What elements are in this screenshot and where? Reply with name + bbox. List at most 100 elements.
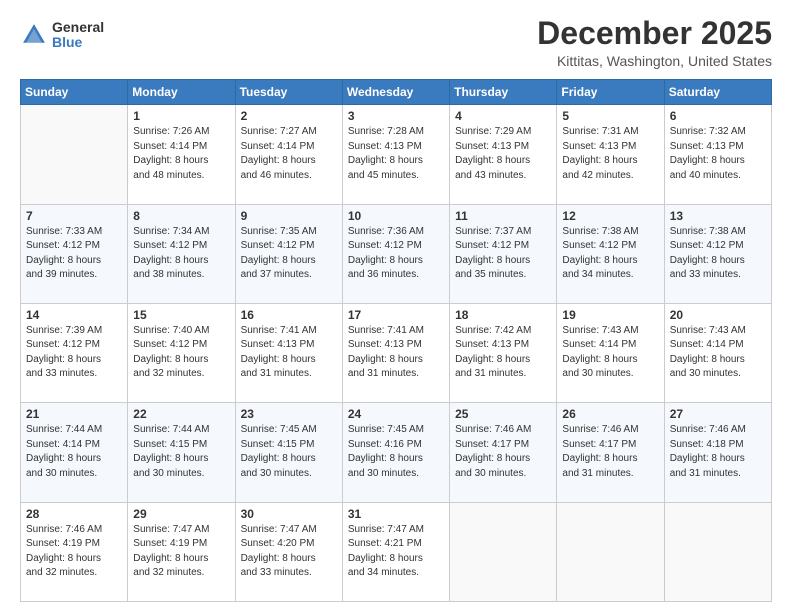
day-number: 31 xyxy=(348,507,444,521)
day-info: Sunrise: 7:27 AM Sunset: 4:14 PM Dayligh… xyxy=(241,125,337,183)
day-number: 3 xyxy=(348,109,444,123)
day-number: 9 xyxy=(241,209,337,223)
day-number: 28 xyxy=(26,507,122,521)
day-info: Sunrise: 7:38 AM Sunset: 4:12 PM Dayligh… xyxy=(670,225,766,283)
day-number: 22 xyxy=(133,407,229,421)
day-number: 13 xyxy=(670,209,766,223)
calendar-day-header: Tuesday xyxy=(235,80,342,105)
day-number: 10 xyxy=(348,209,444,223)
calendar-cell: 3 Sunrise: 7:28 AM Sunset: 4:13 PM Daylig… xyxy=(342,105,449,204)
day-info: Sunrise: 7:28 AM Sunset: 4:13 PM Dayligh… xyxy=(348,125,444,183)
main-title: December 2025 xyxy=(537,16,772,51)
day-number: 30 xyxy=(241,507,337,521)
calendar-day-header: Monday xyxy=(128,80,235,105)
calendar-cell: 19 Sunrise: 7:43 AM Sunset: 4:14 PM Dayli… xyxy=(557,303,664,402)
calendar-week-row: 28 Sunrise: 7:46 AM Sunset: 4:19 PM Dayli… xyxy=(21,502,772,601)
calendar-cell: 17 Sunrise: 7:41 AM Sunset: 4:13 PM Dayli… xyxy=(342,303,449,402)
calendar-cell: 16 Sunrise: 7:41 AM Sunset: 4:13 PM Dayli… xyxy=(235,303,342,402)
calendar-cell: 1 Sunrise: 7:26 AM Sunset: 4:14 PM Daylig… xyxy=(128,105,235,204)
subtitle: Kittitas, Washington, United States xyxy=(537,53,772,69)
day-info: Sunrise: 7:26 AM Sunset: 4:14 PM Dayligh… xyxy=(133,125,229,183)
day-number: 25 xyxy=(455,407,551,421)
day-number: 24 xyxy=(348,407,444,421)
day-info: Sunrise: 7:45 AM Sunset: 4:15 PM Dayligh… xyxy=(241,423,337,481)
day-number: 26 xyxy=(562,407,658,421)
calendar-day-header: Sunday xyxy=(21,80,128,105)
day-info: Sunrise: 7:46 AM Sunset: 4:17 PM Dayligh… xyxy=(562,423,658,481)
day-info: Sunrise: 7:39 AM Sunset: 4:12 PM Dayligh… xyxy=(26,324,122,382)
calendar-cell: 20 Sunrise: 7:43 AM Sunset: 4:14 PM Dayli… xyxy=(664,303,771,402)
day-info: Sunrise: 7:44 AM Sunset: 4:14 PM Dayligh… xyxy=(26,423,122,481)
day-number: 19 xyxy=(562,308,658,322)
day-number: 20 xyxy=(670,308,766,322)
day-info: Sunrise: 7:29 AM Sunset: 4:13 PM Dayligh… xyxy=(455,125,551,183)
day-info: Sunrise: 7:36 AM Sunset: 4:12 PM Dayligh… xyxy=(348,225,444,283)
logo-general-text: General xyxy=(52,20,104,35)
day-number: 7 xyxy=(26,209,122,223)
calendar-cell: 31 Sunrise: 7:47 AM Sunset: 4:21 PM Dayli… xyxy=(342,502,449,601)
calendar-cell xyxy=(450,502,557,601)
calendar-cell: 12 Sunrise: 7:38 AM Sunset: 4:12 PM Dayli… xyxy=(557,204,664,303)
day-number: 18 xyxy=(455,308,551,322)
calendar-cell: 30Sunrise: 7:47 AM Sunset: 4:20 PM Dayli… xyxy=(235,502,342,601)
calendar-cell: 9 Sunrise: 7:35 AM Sunset: 4:12 PM Daylig… xyxy=(235,204,342,303)
day-info: Sunrise: 7:46 AM Sunset: 4:18 PM Dayligh… xyxy=(670,423,766,481)
day-info: Sunrise: 7:41 AM Sunset: 4:13 PM Dayligh… xyxy=(348,324,444,382)
day-info: Sunrise: 7:45 AM Sunset: 4:16 PM Dayligh… xyxy=(348,423,444,481)
day-info: Sunrise: 7:44 AM Sunset: 4:15 PM Dayligh… xyxy=(133,423,229,481)
day-number: 15 xyxy=(133,308,229,322)
calendar-cell: 8Sunrise: 7:34 AM Sunset: 4:12 PM Daylig… xyxy=(128,204,235,303)
calendar-week-row: 14 Sunrise: 7:39 AM Sunset: 4:12 PM Dayli… xyxy=(21,303,772,402)
day-info: Sunrise: 7:32 AM Sunset: 4:13 PM Dayligh… xyxy=(670,125,766,183)
calendar-cell: 24 Sunrise: 7:45 AM Sunset: 4:16 PM Dayli… xyxy=(342,403,449,502)
calendar-cell: 23Sunrise: 7:45 AM Sunset: 4:15 PM Dayli… xyxy=(235,403,342,502)
day-info: Sunrise: 7:40 AM Sunset: 4:12 PM Dayligh… xyxy=(133,324,229,382)
day-info: Sunrise: 7:35 AM Sunset: 4:12 PM Dayligh… xyxy=(241,225,337,283)
calendar-cell: 28 Sunrise: 7:46 AM Sunset: 4:19 PM Dayli… xyxy=(21,502,128,601)
day-info: Sunrise: 7:46 AM Sunset: 4:19 PM Dayligh… xyxy=(26,523,122,581)
day-info: Sunrise: 7:41 AM Sunset: 4:13 PM Dayligh… xyxy=(241,324,337,382)
day-info: Sunrise: 7:43 AM Sunset: 4:14 PM Dayligh… xyxy=(670,324,766,382)
calendar-cell: 25 Sunrise: 7:46 AM Sunset: 4:17 PM Dayli… xyxy=(450,403,557,502)
calendar-week-row: 21 Sunrise: 7:44 AM Sunset: 4:14 PM Dayli… xyxy=(21,403,772,502)
day-number: 1 xyxy=(133,109,229,123)
day-number: 14 xyxy=(26,308,122,322)
calendar-cell: 27 Sunrise: 7:46 AM Sunset: 4:18 PM Dayli… xyxy=(664,403,771,502)
day-info: Sunrise: 7:47 AM Sunset: 4:21 PM Dayligh… xyxy=(348,523,444,581)
calendar-cell: 2 Sunrise: 7:27 AM Sunset: 4:14 PM Daylig… xyxy=(235,105,342,204)
day-info: Sunrise: 7:42 AM Sunset: 4:13 PM Dayligh… xyxy=(455,324,551,382)
day-info: Sunrise: 7:31 AM Sunset: 4:13 PM Dayligh… xyxy=(562,125,658,183)
day-info: Sunrise: 7:43 AM Sunset: 4:14 PM Dayligh… xyxy=(562,324,658,382)
day-number: 2 xyxy=(241,109,337,123)
calendar-cell: 18 Sunrise: 7:42 AM Sunset: 4:13 PM Dayli… xyxy=(450,303,557,402)
day-info: Sunrise: 7:38 AM Sunset: 4:12 PM Dayligh… xyxy=(562,225,658,283)
calendar-cell: 5Sunrise: 7:31 AM Sunset: 4:13 PM Daylig… xyxy=(557,105,664,204)
logo-icon xyxy=(20,21,48,49)
calendar-cell: 29 Sunrise: 7:47 AM Sunset: 4:19 PM Dayli… xyxy=(128,502,235,601)
day-number: 29 xyxy=(133,507,229,521)
day-info: Sunrise: 7:33 AM Sunset: 4:12 PM Dayligh… xyxy=(26,225,122,283)
calendar-header-row: SundayMondayTuesdayWednesdayThursdayFrid… xyxy=(21,80,772,105)
calendar-cell: 26 Sunrise: 7:46 AM Sunset: 4:17 PM Dayli… xyxy=(557,403,664,502)
day-number: 27 xyxy=(670,407,766,421)
calendar-cell: 4 Sunrise: 7:29 AM Sunset: 4:13 PM Daylig… xyxy=(450,105,557,204)
calendar-day-header: Thursday xyxy=(450,80,557,105)
day-number: 12 xyxy=(562,209,658,223)
day-number: 16 xyxy=(241,308,337,322)
calendar-cell xyxy=(557,502,664,601)
calendar-day-header: Friday xyxy=(557,80,664,105)
calendar-cell xyxy=(664,502,771,601)
page: General Blue December 2025 Kittitas, Was… xyxy=(0,0,792,612)
header: General Blue December 2025 Kittitas, Was… xyxy=(20,16,772,69)
calendar-cell: 10 Sunrise: 7:36 AM Sunset: 4:12 PM Dayli… xyxy=(342,204,449,303)
calendar-week-row: 1 Sunrise: 7:26 AM Sunset: 4:14 PM Daylig… xyxy=(21,105,772,204)
day-info: Sunrise: 7:47 AM Sunset: 4:19 PM Dayligh… xyxy=(133,523,229,581)
day-number: 6 xyxy=(670,109,766,123)
calendar-cell: 15 Sunrise: 7:40 AM Sunset: 4:12 PM Dayli… xyxy=(128,303,235,402)
calendar-cell: 14 Sunrise: 7:39 AM Sunset: 4:12 PM Dayli… xyxy=(21,303,128,402)
day-number: 4 xyxy=(455,109,551,123)
day-info: Sunrise: 7:46 AM Sunset: 4:17 PM Dayligh… xyxy=(455,423,551,481)
day-number: 17 xyxy=(348,308,444,322)
calendar-cell: 6 Sunrise: 7:32 AM Sunset: 4:13 PM Daylig… xyxy=(664,105,771,204)
day-number: 21 xyxy=(26,407,122,421)
